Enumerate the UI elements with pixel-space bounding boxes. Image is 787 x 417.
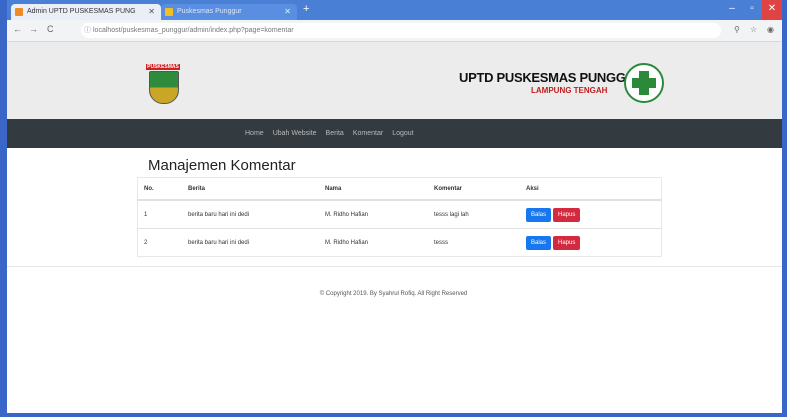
table-row: 2 berita baru hari ini dedi M. Ridho Haf… <box>137 228 662 257</box>
crest-shield-icon <box>149 71 179 104</box>
account-icon[interactable]: ◉ <box>767 25 774 34</box>
site-title: UPTD PUSKESMAS PUNGGUR <box>459 70 644 85</box>
address-bar: ← → C ⓘ localhost/puskesmas_punggur/admi… <box>7 20 782 42</box>
crest-banner: PUSKESMAS <box>146 64 180 70</box>
close-window-icon[interactable]: ✕ <box>762 0 782 20</box>
column-header-nama: Nama <box>319 177 428 201</box>
cell-aksi: Balas Hapus <box>520 228 662 257</box>
page-title: Manajemen Komentar <box>148 157 296 174</box>
window-frame-left <box>0 0 7 417</box>
footer-divider <box>7 266 782 267</box>
maximize-icon[interactable]: ▫ <box>742 0 762 20</box>
cell-no: 1 <box>137 199 182 229</box>
window-frame-right <box>782 0 787 417</box>
tab-title: Admin UPTD PUSKESMAS PUNG <box>27 8 136 15</box>
site-info-icon[interactable]: ⓘ <box>84 23 91 38</box>
tab-title: Puskesmas Punggur <box>177 8 242 15</box>
delete-button[interactable]: Hapus <box>553 235 581 250</box>
close-tab-icon[interactable]: ✕ <box>284 4 291 20</box>
column-header-aksi: Aksi <box>520 177 662 201</box>
url-text: localhost/puskesmas_punggur/admin/index.… <box>93 27 294 34</box>
health-cross-logo <box>624 63 664 103</box>
window-frame-bottom <box>0 413 787 417</box>
comments-table: No. Berita Nama Komentar Aksi 1 berita b… <box>137 177 662 257</box>
cell-berita: berita baru hari ini dedi <box>182 228 319 257</box>
nav-item-komentar[interactable]: Komentar <box>353 130 383 137</box>
url-input[interactable]: ⓘ localhost/puskesmas_punggur/admin/inde… <box>81 23 721 38</box>
cell-komentar: tesss <box>428 228 520 257</box>
footer-copyright: © Copyright 2019. By Syahrul Rofiq. All … <box>319 291 468 297</box>
nav-item-logout[interactable]: Logout <box>392 130 413 137</box>
cell-nama: M. Ridho Hafian <box>319 199 428 229</box>
reply-button[interactable]: Balas <box>526 207 552 222</box>
nav-item-home[interactable]: Home <box>245 130 264 137</box>
nav-item-ubah-website[interactable]: Ubah Website <box>273 130 317 137</box>
regency-crest-logo: PUSKESMAS <box>146 64 180 104</box>
cell-aksi: Balas Hapus <box>520 199 662 229</box>
main-navbar: Home Ubah Website Berita Komentar Logout <box>7 119 782 148</box>
tab-favicon-icon <box>165 8 173 16</box>
nav-item-berita[interactable]: Berita <box>326 130 344 137</box>
close-tab-icon[interactable]: ✕ <box>148 4 155 20</box>
column-header-komentar: Komentar <box>428 177 520 201</box>
minimize-icon[interactable]: – <box>722 0 742 20</box>
reload-icon[interactable]: C <box>47 24 54 34</box>
cell-komentar: tesss lagi lah <box>428 199 520 229</box>
translate-icon[interactable]: ⚲ <box>734 25 740 34</box>
browser-tab-admin[interactable]: Admin UPTD PUSKESMAS PUNG ✕ <box>11 4 161 20</box>
tab-favicon-icon <box>15 8 23 16</box>
bookmark-star-icon[interactable]: ☆ <box>750 25 757 34</box>
table-row: 1 berita baru hari ini dedi M. Ridho Haf… <box>137 199 662 229</box>
site-subtitle: LAMPUNG TENGAH <box>531 86 608 95</box>
browser-tab-site[interactable]: Puskesmas Punggur ✕ <box>161 4 297 20</box>
column-header-no: No. <box>137 177 182 201</box>
cell-no: 2 <box>137 228 182 257</box>
cell-berita: berita baru hari ini dedi <box>182 199 319 229</box>
forward-icon[interactable]: → <box>29 24 38 34</box>
window-controls: – ▫ ✕ <box>722 0 782 20</box>
cell-nama: M. Ridho Hafian <box>319 228 428 257</box>
browser-tab-bar: Admin UPTD PUSKESMAS PUNG ✕ Puskesmas Pu… <box>7 0 782 20</box>
reply-button[interactable]: Balas <box>526 235 552 250</box>
delete-button[interactable]: Hapus <box>553 207 581 222</box>
table-header-row: No. Berita Nama Komentar Aksi <box>137 177 662 201</box>
back-icon[interactable]: ← <box>13 24 22 34</box>
new-tab-icon[interactable]: + <box>303 3 309 15</box>
column-header-berita: Berita <box>182 177 319 201</box>
site-header: PUSKESMAS UPTD PUSKESMAS PUNGGUR LAMPUNG… <box>7 42 782 119</box>
